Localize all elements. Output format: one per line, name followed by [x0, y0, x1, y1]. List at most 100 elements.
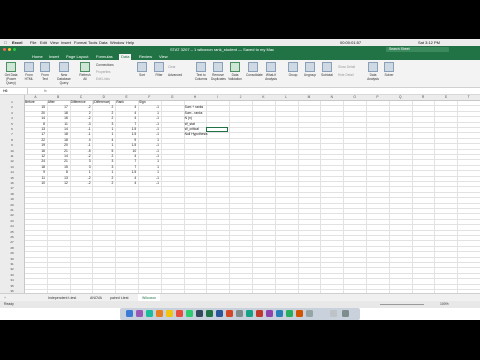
menu-tools[interactable]: Tools	[88, 39, 97, 46]
maximize-icon[interactable]	[13, 48, 16, 51]
column-header[interactable]: S	[434, 95, 459, 101]
column-header[interactable]: R	[411, 95, 436, 101]
column-header[interactable]: M	[297, 95, 322, 101]
app-icon[interactable]	[286, 310, 293, 317]
gridline	[24, 213, 480, 215]
subtotal-button[interactable]: Subtotal	[320, 62, 334, 77]
sort-button[interactable]: Sort	[135, 62, 149, 77]
trash-icon[interactable]	[342, 310, 349, 317]
refresh-all-button[interactable]: Refresh All	[78, 62, 92, 81]
menu-data[interactable]: Data	[99, 39, 107, 46]
gridline	[24, 208, 480, 209]
zoom-slider[interactable]	[380, 304, 424, 305]
cell[interactable]: 12	[48, 181, 68, 186]
text-to-columns-button[interactable]: Text to Columns	[194, 62, 208, 81]
app-icon[interactable]	[276, 310, 283, 317]
remove-duplicates-label: Remove Duplicates	[211, 73, 226, 81]
column-header[interactable]: I	[206, 95, 231, 101]
group-button[interactable]: Group	[286, 62, 300, 77]
gridline	[24, 170, 480, 172]
ungroup-button[interactable]: Ungroup	[303, 62, 317, 77]
column-header[interactable]: L	[274, 95, 299, 101]
properties-button[interactable]: Properties	[96, 70, 111, 74]
menu-insert[interactable]: Insert	[61, 39, 71, 46]
clear-button[interactable]: Clear	[168, 65, 176, 69]
consolidate-button[interactable]: Consolidate	[246, 62, 263, 77]
music-icon[interactable]	[196, 310, 203, 317]
get-data-button[interactable]: Get Data (Power Query)	[4, 62, 18, 85]
app-icon[interactable]	[306, 310, 313, 317]
column-header[interactable]: N	[320, 95, 345, 101]
menu-help[interactable]: Help	[126, 39, 134, 46]
menu-app[interactable]: Excel	[12, 39, 22, 46]
cell[interactable]: -2	[71, 181, 91, 186]
app-icon[interactable]	[266, 310, 273, 317]
downloads-icon[interactable]	[330, 310, 337, 317]
hide-detail-button[interactable]: Hide Detail	[338, 73, 354, 77]
menu-view[interactable]: View	[50, 39, 59, 46]
formula-input[interactable]	[54, 89, 474, 94]
advanced-button[interactable]: Advanced	[168, 73, 182, 77]
finder-icon[interactable]	[126, 310, 133, 317]
column-header[interactable]: P	[366, 95, 390, 101]
solver-button[interactable]: Solver	[382, 62, 396, 77]
app-icon[interactable]	[246, 310, 253, 317]
column-header[interactable]: J	[229, 95, 253, 101]
powerpoint-icon[interactable]	[226, 310, 233, 317]
settings-icon[interactable]	[236, 310, 243, 317]
edit-links-button[interactable]: Edit Links	[96, 77, 110, 81]
menu-window[interactable]: Window	[110, 39, 124, 46]
clock: Sat 3:12 PM	[418, 40, 441, 45]
column-header[interactable]: O	[343, 95, 367, 101]
cell[interactable]: 10	[25, 181, 45, 186]
from-text-button[interactable]: From Text	[38, 62, 52, 81]
menu-file[interactable]: File	[30, 39, 36, 46]
minimize-icon[interactable]	[8, 48, 11, 51]
notes-icon[interactable]	[166, 310, 173, 317]
excel-icon[interactable]	[206, 310, 213, 317]
menu-format[interactable]: Format	[74, 39, 87, 46]
cell[interactable]: -1	[139, 181, 159, 186]
app-icon[interactable]	[296, 310, 303, 317]
calendar-icon[interactable]	[176, 310, 183, 317]
apple-icon[interactable]: 	[4, 39, 7, 46]
filter-button[interactable]: Filter	[152, 62, 166, 77]
search-input[interactable]: Search Sheet	[386, 47, 449, 52]
mail-icon[interactable]	[156, 310, 163, 317]
column-header[interactable]: Q	[388, 95, 413, 101]
close-icon[interactable]	[3, 48, 6, 51]
safari-icon[interactable]	[146, 310, 153, 317]
column-header[interactable]: T	[457, 95, 480, 101]
worksheet-grid[interactable]: A B C D E F G H I J K L M N O P Q R S T 1 2 3 4 5 6 7 8 9 10 11 12 13 14 1…	[0, 95, 480, 296]
ungroup-label: Ungroup	[303, 73, 317, 77]
selected-cell[interactable]	[206, 127, 229, 133]
consolidate-label: Consolidate	[246, 73, 263, 77]
messages-icon[interactable]	[186, 310, 193, 317]
what-if-button[interactable]: What-If Analysis	[264, 62, 278, 81]
summary-label[interactable]: Null Hypothesis	[185, 132, 208, 137]
remove-duplicates-button[interactable]: Remove Duplicates	[211, 62, 226, 81]
column-header[interactable]: K	[252, 95, 276, 101]
subtotal-icon	[322, 62, 332, 72]
cell[interactable]: 4	[116, 181, 136, 186]
data-analysis-button[interactable]: Data Analysis	[366, 62, 380, 81]
duplicates-icon	[213, 62, 223, 72]
gridline	[24, 191, 480, 193]
word-icon[interactable]	[216, 310, 223, 317]
column-header[interactable]: H	[183, 95, 208, 101]
connections-button[interactable]: Connections	[96, 63, 114, 67]
data-validation-label: Data Validation	[228, 73, 242, 81]
gridline	[24, 186, 480, 188]
app-icon[interactable]	[256, 310, 263, 317]
show-detail-button[interactable]: Show Detail	[338, 65, 355, 69]
menu-edit[interactable]: Edit	[40, 39, 47, 46]
gridline	[24, 197, 480, 199]
column-header[interactable]: G	[160, 95, 185, 101]
data-validation-button[interactable]: Data Validation	[228, 62, 242, 81]
launchpad-icon[interactable]	[136, 310, 143, 317]
from-html-button[interactable]: From HTML	[22, 62, 36, 81]
name-box[interactable]: H6	[2, 88, 28, 94]
cell[interactable]: 2	[93, 181, 114, 186]
title-bar: STAT 3207 – 1 wilcoxon rank_student — Sa…	[0, 46, 480, 54]
new-database-query-button[interactable]: New Database Query	[54, 62, 74, 85]
